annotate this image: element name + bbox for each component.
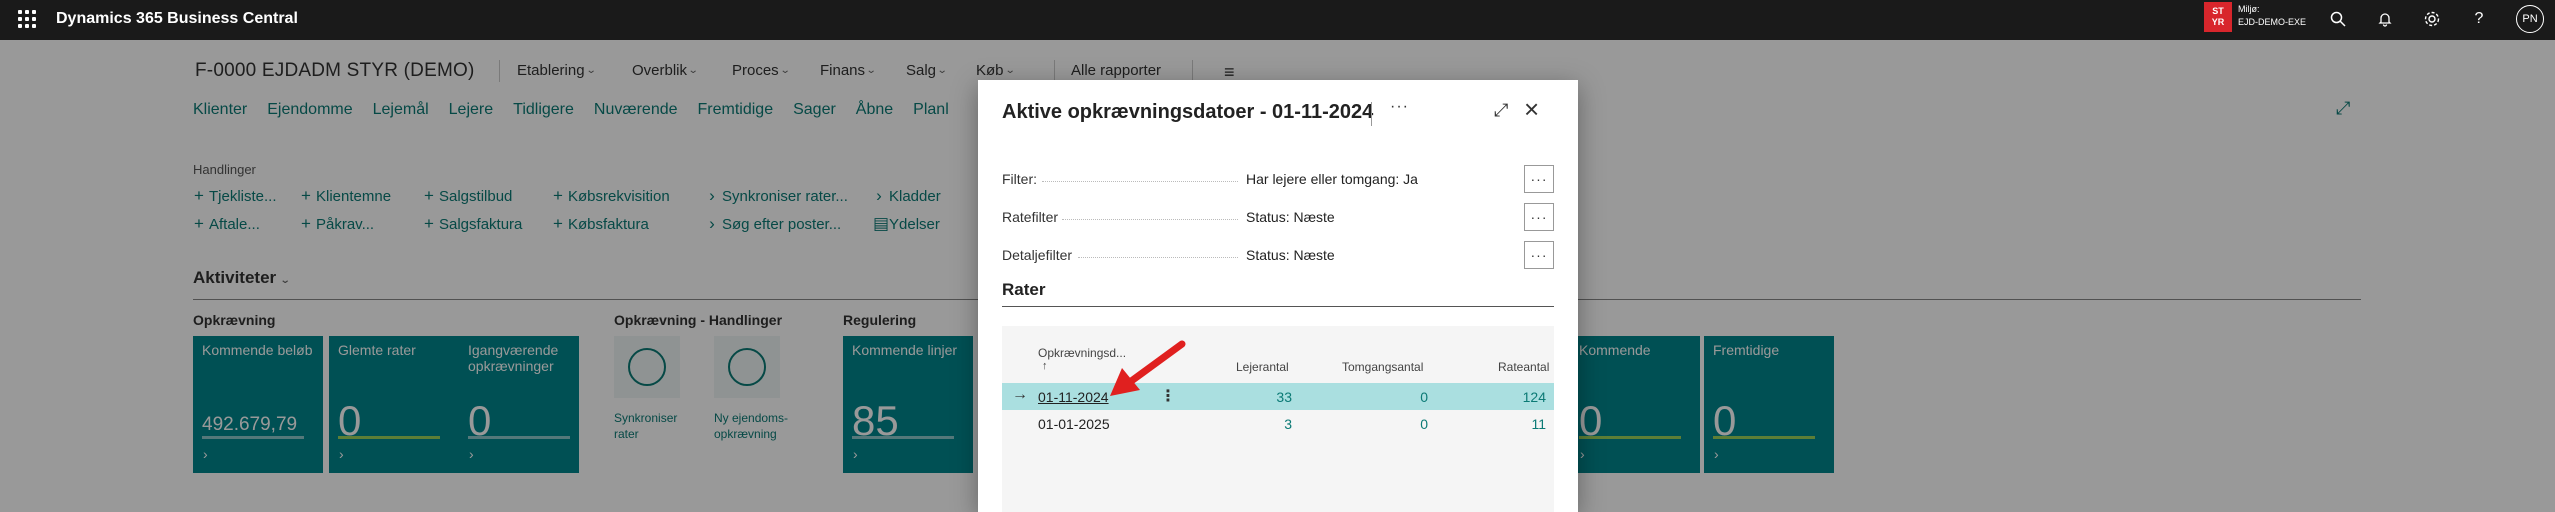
active-dates-dialog: Aktive opkrævningsdatoer - 01-11-2024 ··… [978,80,1578,512]
app-launcher-icon[interactable] [16,8,36,28]
bell-icon[interactable] [2372,6,2398,32]
gear-icon[interactable] [2419,6,2445,32]
row-selected-arrow-icon: → [1012,386,1028,403]
expand-icon[interactable]: ⤢ [1494,100,1508,121]
detaljefilter-value: Status: Næste [1246,247,1335,263]
close-icon[interactable]: × [1524,94,1539,125]
table-row[interactable]: → 01-11-2024 ⋮ 33 0 124 [1002,383,1554,410]
filter-value: Har lejere eller tomgang: Ja [1246,171,1418,187]
annotation-arrow-icon [1110,340,1186,396]
rater-divider [1002,306,1554,307]
top-bar: Dynamics 365 Business Central ST YR Miljø… [0,0,2555,40]
sort-ascending-icon: ↑ [1042,360,1048,372]
filter-row: Filter: Har lejere eller tomgang: Ja ··· [1002,165,1554,193]
dialog-title: Aktive opkrævningsdatoer - 01-11-2024 [1002,101,1374,123]
ratefilter-label: Ratefilter [1002,209,1063,225]
cell-rateantal[interactable]: 11 [1486,416,1546,432]
cell-lejerantal[interactable]: 3 [1232,416,1292,432]
ratefilter-value: Status: Næste [1246,209,1335,225]
more-options-icon[interactable]: ··· [1390,98,1409,116]
row-date[interactable]: 01-01-2025 [1038,416,1110,432]
cell-lejerantal[interactable]: 33 [1232,389,1292,405]
filter-edit-button[interactable]: ··· [1524,165,1554,193]
cell-tomgangsantal[interactable]: 0 [1368,416,1428,432]
environment-badge[interactable]: ST YR [2204,2,2232,32]
rater-table: Opkrævningsd... ↑ Lejerantal Tomgangsant… [1002,326,1554,512]
col-header-rateantal[interactable]: Rateantal [1498,360,1549,374]
ratefilter-edit-button[interactable]: ··· [1524,203,1554,231]
row-date-link[interactable]: 01-11-2024 [1038,389,1109,405]
user-avatar[interactable]: PN [2516,5,2544,33]
dialog-divider [1371,102,1372,126]
rater-section-title: Rater [1002,280,1046,299]
detaljefilter-edit-button[interactable]: ··· [1524,241,1554,269]
filter-label: Filter: [1002,171,1041,187]
help-icon[interactable]: ? [2466,6,2492,32]
detaljefilter-label: Detaljefilter [1002,247,1077,263]
detaljefilter-row: Detaljefilter Status: Næste ··· [1002,241,1554,269]
search-icon[interactable] [2325,6,2351,32]
table-row[interactable]: 01-01-2025 3 0 11 [1002,410,1554,437]
environment-info: Miljø: EJD-DEMO-EXE [2238,4,2307,27]
app-title: Dynamics 365 Business Central [56,10,298,27]
col-header-tomgangsantal[interactable]: Tomgangsantal [1342,360,1423,374]
ratefilter-row: Ratefilter Status: Næste ··· [1002,203,1554,231]
cell-rateantal[interactable]: 124 [1486,389,1546,405]
cell-tomgangsantal[interactable]: 0 [1368,389,1428,405]
col-header-lejerantal[interactable]: Lejerantal [1236,360,1289,374]
